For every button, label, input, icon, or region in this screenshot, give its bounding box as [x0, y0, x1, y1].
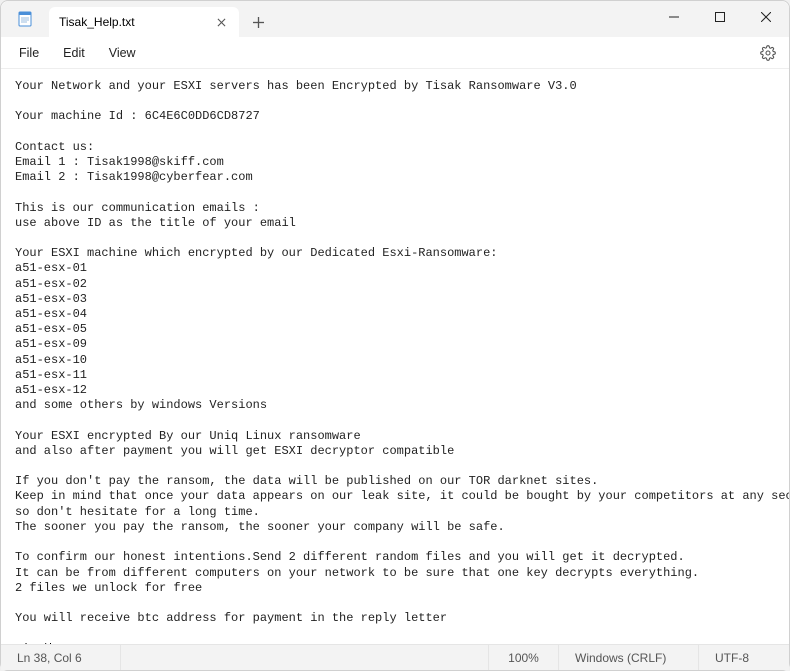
text-line: use above ID as the title of your email	[15, 216, 296, 230]
text-editor-area[interactable]: Your Network and your ESXI servers has b…	[1, 69, 789, 644]
text-line: Your Network and your ESXI servers has b…	[15, 79, 577, 93]
text-line: 2 files we unlock for free	[15, 581, 202, 595]
gear-icon	[760, 45, 776, 61]
text-line: a51-esx-11	[15, 368, 87, 382]
menubar: File Edit View	[1, 37, 789, 69]
text-line: If you don't pay the ransom, the data wi…	[15, 474, 598, 488]
text-line: and also after payment you will get ESXI…	[15, 444, 454, 458]
tab-title: Tisak_Help.txt	[59, 15, 135, 29]
plus-icon	[253, 17, 264, 28]
tab-strip: Tisak_Help.txt	[49, 1, 651, 37]
maximize-icon	[715, 12, 725, 22]
text-line: Your machine Id : 6C4E6C0DD6CD8727	[15, 109, 260, 123]
tab-close-button[interactable]	[213, 14, 229, 30]
notepad-window: Tisak_Help.txt File Edit View	[0, 0, 790, 671]
menu-edit[interactable]: Edit	[51, 42, 97, 64]
text-line: To confirm our honest intentions.Send 2 …	[15, 550, 685, 564]
text-line: a51-esx-09	[15, 337, 87, 351]
text-line: The sooner you pay the ransom, the soone…	[15, 520, 505, 534]
titlebar: Tisak_Help.txt	[1, 1, 789, 37]
text-line: Tisak	[15, 642, 51, 644]
text-line: Email 2 : Tisak1998@cyberfear.com	[15, 170, 253, 184]
close-icon	[761, 12, 771, 22]
text-line: Your ESXI encrypted By our Uniq Linux ra…	[15, 429, 361, 443]
new-tab-button[interactable]	[243, 7, 273, 37]
close-icon	[217, 18, 226, 27]
text-line: Keep in mind that once your data appears…	[15, 489, 789, 503]
status-encoding[interactable]: UTF-8	[699, 645, 789, 670]
text-line: a51-esx-05	[15, 322, 87, 336]
text-line: It can be from different computers on yo…	[15, 566, 699, 580]
menu-file[interactable]: File	[7, 42, 51, 64]
text-line: and some others by windows Versions	[15, 398, 267, 412]
text-line: You will receive btc address for payment…	[15, 611, 447, 625]
text-line: This is our communication emails :	[15, 201, 260, 215]
notepad-icon	[17, 11, 33, 27]
text-line: Email 1 : Tisak1998@skiff.com	[15, 155, 224, 169]
maximize-button[interactable]	[697, 1, 743, 33]
text-line: Contact us:	[15, 140, 94, 154]
menu-view[interactable]: View	[97, 42, 148, 64]
status-line-ending[interactable]: Windows (CRLF)	[559, 645, 699, 670]
text-line: a51-esx-01	[15, 261, 87, 275]
minimize-icon	[669, 12, 679, 22]
app-icon	[1, 1, 49, 37]
status-zoom[interactable]: 100%	[489, 645, 559, 670]
text-line: Your ESXI machine which encrypted by our…	[15, 246, 497, 260]
text-line: a51-esx-02	[15, 277, 87, 291]
tab-active[interactable]: Tisak_Help.txt	[49, 7, 239, 37]
minimize-button[interactable]	[651, 1, 697, 33]
text-line: a51-esx-04	[15, 307, 87, 321]
close-window-button[interactable]	[743, 1, 789, 33]
status-cursor-position[interactable]: Ln 38, Col 6	[1, 645, 121, 670]
text-line: a51-esx-12	[15, 383, 87, 397]
text-line: a51-esx-03	[15, 292, 87, 306]
text-line: a51-esx-10	[15, 353, 87, 367]
text-caret	[50, 643, 51, 644]
window-controls	[651, 1, 789, 37]
text-line: so don't hesitate for a long time.	[15, 505, 260, 519]
settings-button[interactable]	[753, 38, 783, 68]
statusbar: Ln 38, Col 6 100% Windows (CRLF) UTF-8	[1, 644, 789, 670]
